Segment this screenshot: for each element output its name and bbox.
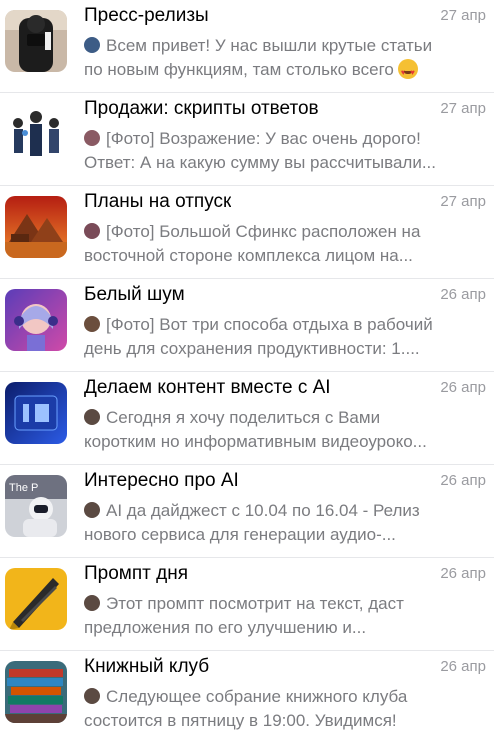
chat-preview: Всем привет! У нас вышли крутые статьи п… <box>84 34 486 82</box>
chat-row-white-noise[interactable]: Белый шум 26 апр [Фото] Вот три способа … <box>0 279 494 372</box>
chat-title: Интересно про AI <box>84 470 239 491</box>
chat-row-vacation-plans[interactable]: Планы на отпуск 27 апр [Фото] Большой Сф… <box>0 186 494 279</box>
sender-avatar-icon <box>84 409 100 425</box>
preview-line-2: состоится в пятницу в 19:00. Увидимся! <box>84 711 397 730</box>
chat-preview: [Фото] Большой Сфинкс расположен на вост… <box>84 220 486 268</box>
chat-row-sales-scripts[interactable]: Продажи: скрипты ответов 27 апр [Фото] В… <box>0 93 494 186</box>
chat-row-content-with-ai[interactable]: Делаем контент вместе с AI 26 апр Сегодн… <box>0 372 494 465</box>
chat-row-press-releases[interactable]: Пресс-релизы 27 апр Всем привет! У нас в… <box>0 0 494 93</box>
chat-row-prompt-of-day[interactable]: Промпт дня 26 апр Этот промпт посмотрит … <box>0 558 494 651</box>
sender-avatar-icon <box>84 595 100 611</box>
preview-line-2: Ответ: А на какую сумму вы рассчитывали.… <box>84 153 436 172</box>
chat-avatar-book-club <box>5 661 67 723</box>
preview-line-1: Этот промпт посмотрит на текст, даст <box>106 594 404 613</box>
chat-avatar-press-releases <box>5 10 67 72</box>
chat-date: 26 апр <box>440 658 486 675</box>
preview-line-1: [Фото] Возражение: У вас очень дорого! <box>106 129 421 148</box>
preview-line-2: нового сервиса для генерации аудио-... <box>84 525 396 544</box>
chat-date: 26 апр <box>440 472 486 489</box>
preview-line-2: предложения по его улучшению и... <box>84 618 367 637</box>
chat-preview: Этот промпт посмотрит на текст, даст пре… <box>84 592 486 640</box>
chat-date: 26 апр <box>440 286 486 303</box>
sender-avatar-icon <box>84 130 100 146</box>
avatar-caption: The P <box>9 482 38 494</box>
preview-line-1: Всем привет! У нас вышли крутые статьи <box>106 36 433 55</box>
preview-line-2: восточной стороне комплекса лицом на... <box>84 246 413 265</box>
preview-line-1: [Фото] Вот три способа отдыха в рабочий <box>106 315 433 334</box>
preview-line-1: Следующее собрание книжного клуба <box>106 687 408 706</box>
chat-date: 27 апр <box>440 100 486 117</box>
preview-line-2: по новым функциям, там столько всего <box>84 60 394 79</box>
chat-avatar-white-noise <box>5 289 67 351</box>
chat-preview: Сегодня я хочу поделиться с Вами коротки… <box>84 406 486 454</box>
heart-eyes-emoji-icon <box>397 59 418 82</box>
sender-avatar-icon <box>84 502 100 518</box>
preview-line-2: коротким но информативным видеоуроко... <box>84 432 427 451</box>
chat-title: Делаем контент вместе с AI <box>84 377 331 398</box>
chat-preview: [Фото] Вот три способа отдыха в рабочий … <box>84 313 486 361</box>
chat-row-interesting-about-ai[interactable]: The P Интересно про AI 26 апр AI да дайд… <box>0 465 494 558</box>
preview-line-1: [Фото] Большой Сфинкс расположен на <box>106 222 421 241</box>
chat-avatar-vacation-plans <box>5 196 67 258</box>
sender-avatar-icon <box>84 223 100 239</box>
chat-avatar-prompt-of-day <box>5 568 67 630</box>
sender-avatar-icon <box>84 316 100 332</box>
chat-title: Книжный клуб <box>84 656 210 677</box>
chat-title: Планы на отпуск <box>84 191 232 212</box>
sender-avatar-icon <box>84 37 100 53</box>
chat-date: 26 апр <box>440 565 486 582</box>
chat-date: 27 апр <box>440 193 486 210</box>
chat-date: 26 апр <box>440 379 486 396</box>
chat-date: 27 апр <box>440 7 486 24</box>
chat-preview: [Фото] Возражение: У вас очень дорого! О… <box>84 127 486 175</box>
preview-line-1: Сегодня я хочу поделиться с Вами <box>106 408 381 427</box>
chat-title: Продажи: скрипты ответов <box>84 98 319 119</box>
sender-avatar-icon <box>84 688 100 704</box>
chat-preview: AI да дайджест с 10.04 по 16.04 - Релиз … <box>84 499 486 547</box>
chat-list: Пресс-релизы 27 апр Всем привет! У нас в… <box>0 0 494 732</box>
chat-title: Промпт дня <box>84 563 188 584</box>
chat-avatar-interesting-about-ai: The P <box>5 475 67 537</box>
chat-avatar-content-with-ai <box>5 382 67 444</box>
chat-avatar-sales-scripts <box>5 103 67 165</box>
preview-line-1: AI да дайджест с 10.04 по 16.04 - Релиз <box>106 501 420 520</box>
chat-preview: Следующее собрание книжного клуба состои… <box>84 685 486 732</box>
chat-title: Белый шум <box>84 284 185 305</box>
preview-line-2: день для сохранения продуктивности: 1...… <box>84 339 420 358</box>
chat-row-book-club[interactable]: Книжный клуб 26 апр Следующее собрание к… <box>0 651 494 732</box>
chat-title: Пресс-релизы <box>84 5 209 26</box>
